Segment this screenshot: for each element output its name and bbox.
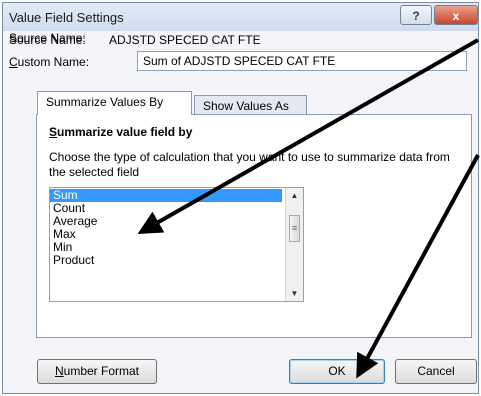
close-icon: x — [452, 9, 460, 23]
value-field-settings-dialog: Value Field Settings ? x Source Name: So… — [2, 2, 479, 394]
section-heading: Summarize value field by — [49, 125, 192, 139]
cancel-button[interactable]: Cancel — [395, 359, 477, 384]
calculation-listbox[interactable]: Sum Count Average Max Min Product ▲ ≡ ▼ — [49, 187, 304, 302]
custom-name-input[interactable]: Sum of ADJSTD SPECED CAT FTE — [137, 51, 467, 71]
number-format-accel: N — [54, 364, 64, 378]
section-heading-accel: S — [49, 125, 58, 139]
help-button[interactable]: ? — [400, 5, 432, 25]
custom-name-label-rest: ustom Name: — [17, 55, 90, 69]
number-format-rest: umber Format — [63, 364, 140, 378]
source-name-value: ADJSTD SPECED CAT FTE — [109, 33, 261, 47]
scroll-thumb[interactable]: ≡ — [289, 215, 300, 242]
help-icon: ? — [412, 9, 420, 23]
tab-summarize-values-by[interactable]: Summarize Values By — [37, 91, 192, 115]
list-item-max[interactable]: Max — [50, 228, 282, 241]
title-bar[interactable]: Value Field Settings ? x — [3, 3, 478, 31]
section-heading-rest: ummarize value field by — [57, 125, 193, 139]
source-name-label-text: Source Name: — [9, 33, 86, 47]
list-item-average[interactable]: Average — [50, 215, 282, 228]
dialog-title: Value Field Settings — [9, 10, 124, 25]
custom-name-label: Custom Name: — [9, 55, 89, 69]
calculation-description: Choose the type of calculation that you … — [49, 150, 450, 179]
scroll-up-arrow-icon[interactable]: ▲ — [289, 191, 300, 200]
listbox-scrollbar[interactable]: ▲ ≡ ▼ — [285, 188, 303, 301]
ok-button[interactable]: OK — [289, 359, 385, 384]
close-button[interactable]: x — [434, 5, 478, 25]
custom-name-label-accel: C — [9, 55, 18, 69]
scroll-down-arrow-icon[interactable]: ▼ — [289, 289, 300, 298]
list-item-product[interactable]: Product — [50, 254, 282, 267]
number-format-button[interactable]: Number Format — [37, 359, 157, 384]
summarize-panel: Summarize value field by Choose the type… — [36, 114, 472, 338]
